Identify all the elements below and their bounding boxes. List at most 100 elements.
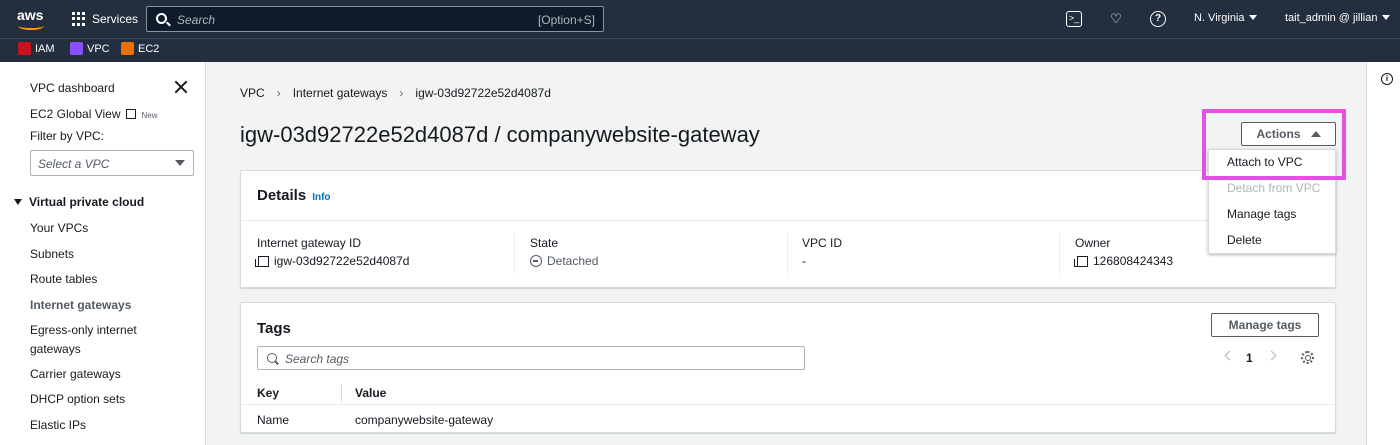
field-label-vpc-id: VPC ID bbox=[802, 236, 843, 250]
favorite-label: EC2 bbox=[138, 42, 160, 55]
caret-up-icon bbox=[1310, 131, 1321, 137]
info-link[interactable]: Info bbox=[312, 192, 330, 203]
services-label: Services bbox=[92, 12, 139, 26]
favorite-vpc[interactable]: VPC bbox=[70, 42, 110, 55]
caret-down-icon bbox=[14, 199, 22, 205]
cloudshell-icon[interactable]: >_ bbox=[1066, 11, 1082, 27]
services-button[interactable]: Services bbox=[72, 10, 138, 28]
breadcrumb-current: igw-03d92722e52d4087d bbox=[415, 86, 551, 100]
sidebar-item-ec2-global-view[interactable]: EC2 Global View New bbox=[30, 107, 158, 121]
copy-icon[interactable] bbox=[255, 255, 269, 267]
vpc-icon bbox=[70, 42, 83, 55]
sidebar-item-elastic-ips[interactable]: Elastic IPs bbox=[30, 418, 86, 432]
menu-item-manage-tags[interactable]: Manage tags bbox=[1227, 207, 1296, 221]
chevron-down-icon bbox=[1248, 15, 1257, 20]
favorite-label: IAM bbox=[35, 42, 55, 55]
tag-search-placeholder: Search tags bbox=[285, 352, 350, 366]
iam-icon bbox=[18, 42, 31, 55]
sidebar-item-dhcp-option-sets[interactable]: DHCP option sets bbox=[30, 392, 125, 406]
breadcrumb: VPC › Internet gateways › igw-03d92722e5… bbox=[240, 86, 551, 100]
column-divider bbox=[1059, 234, 1060, 274]
column-header-key[interactable]: Key bbox=[257, 386, 279, 400]
section-virtual-private-cloud[interactable]: Virtual private cloud bbox=[14, 195, 144, 209]
column-header-value[interactable]: Value bbox=[355, 386, 386, 400]
field-label-igw-id: Internet gateway ID bbox=[257, 236, 362, 250]
state-value: Detached bbox=[547, 254, 599, 268]
info-icon[interactable]: i bbox=[1381, 73, 1393, 85]
chevron-down-icon bbox=[1381, 15, 1390, 20]
actions-menu: Attach to VPC Detach from VPC Manage tag… bbox=[1208, 149, 1336, 254]
search-icon bbox=[156, 13, 167, 24]
menu-item-delete[interactable]: Delete bbox=[1227, 233, 1262, 247]
sidebar-item-route-tables[interactable]: Route tables bbox=[30, 272, 97, 286]
vpc-filter-placeholder: Select a VPC bbox=[38, 157, 110, 171]
page-number[interactable]: 1 bbox=[1246, 351, 1253, 365]
field-value-igw-id: igw-03d92722e52d4087d bbox=[255, 254, 410, 268]
vpc-filter-select[interactable]: Select a VPC bbox=[30, 150, 194, 176]
tag-search-input[interactable]: Search tags bbox=[257, 346, 805, 370]
section-label: Virtual private cloud bbox=[29, 195, 145, 209]
details-panel: Details Info bbox=[240, 170, 1336, 288]
region-label: N. Virginia bbox=[1194, 12, 1245, 24]
search-icon bbox=[267, 353, 277, 363]
details-header: Details Info bbox=[257, 187, 331, 204]
detached-status-icon bbox=[530, 255, 542, 267]
external-link-icon bbox=[125, 109, 136, 119]
help-panel-rail bbox=[1366, 62, 1400, 445]
owner-value: 126808424343 bbox=[1093, 254, 1174, 268]
aws-smile-icon bbox=[18, 22, 44, 30]
aws-logo[interactable]: aws bbox=[17, 7, 47, 31]
gear-icon[interactable] bbox=[1301, 351, 1314, 364]
close-icon[interactable] bbox=[174, 80, 188, 94]
column-divider bbox=[787, 234, 788, 274]
favorite-iam[interactable]: IAM bbox=[18, 42, 55, 55]
breadcrumb-vpc[interactable]: VPC bbox=[240, 86, 265, 100]
field-value-state: Detached bbox=[530, 254, 598, 268]
grid-icon bbox=[72, 12, 86, 26]
help-icon[interactable]: ? bbox=[1150, 11, 1166, 27]
breadcrumb-internet-gateways[interactable]: Internet gateways bbox=[293, 86, 388, 100]
page-title: igw-03d92722e52d4087d / companywebsite-g… bbox=[240, 122, 760, 147]
favorites-bar bbox=[0, 38, 1400, 62]
ec2-icon bbox=[121, 42, 134, 55]
region-selector[interactable]: N. Virginia bbox=[1194, 12, 1257, 24]
sidebar-item-egress-only-gateways[interactable]: Egress-only internet bbox=[30, 323, 137, 337]
menu-item-attach-to-vpc[interactable]: Attach to VPC bbox=[1227, 155, 1302, 169]
chevron-right-icon: › bbox=[399, 86, 404, 100]
column-divider bbox=[514, 234, 515, 274]
table-divider bbox=[241, 404, 1335, 405]
divider bbox=[241, 220, 1335, 221]
account-label: tait_admin @ jillian bbox=[1285, 12, 1378, 24]
details-title: Details bbox=[257, 187, 307, 204]
aws-logo-text: aws bbox=[17, 7, 44, 23]
field-label-owner: Owner bbox=[1075, 236, 1111, 250]
actions-label: Actions bbox=[1256, 127, 1301, 141]
search-placeholder: Search bbox=[177, 13, 216, 27]
new-badge: New bbox=[141, 111, 158, 120]
field-label-state: State bbox=[530, 236, 559, 250]
igw-id-value: igw-03d92722e52d4087d bbox=[274, 254, 410, 268]
sidebar-item-vpc-dashboard[interactable]: VPC dashboard bbox=[30, 81, 115, 95]
field-value-owner: 126808424343 bbox=[1074, 254, 1174, 268]
global-search-input[interactable]: Search [Option+S] bbox=[146, 6, 604, 32]
manage-tags-button[interactable]: Manage tags bbox=[1211, 313, 1319, 337]
sidebar-item-label: EC2 Global View bbox=[30, 107, 121, 121]
menu-item-detach-from-vpc: Detach from VPC bbox=[1227, 181, 1321, 195]
sidebar-item-subnets[interactable]: Subnets bbox=[30, 247, 74, 261]
chevron-right-icon: › bbox=[276, 86, 281, 100]
account-menu[interactable]: tait_admin @ jillian bbox=[1285, 12, 1390, 24]
field-value-vpc-id: - bbox=[802, 254, 806, 268]
actions-button[interactable]: Actions bbox=[1241, 122, 1336, 146]
tags-title: Tags bbox=[257, 320, 291, 337]
sidebar-item-carrier-gateways[interactable]: Carrier gateways bbox=[30, 367, 121, 381]
search-shortcut: [Option+S] bbox=[537, 13, 595, 27]
sidebar-item-egress-only-gateways-cont[interactable]: gateways bbox=[30, 342, 81, 356]
sidebar-item-internet-gateways[interactable]: Internet gateways bbox=[30, 298, 131, 312]
copy-icon[interactable] bbox=[1074, 255, 1088, 267]
notifications-bell-icon[interactable]: ♡ bbox=[1108, 11, 1124, 27]
sidebar-item-your-vpcs[interactable]: Your VPCs bbox=[30, 221, 88, 235]
favorite-ec2[interactable]: EC2 bbox=[121, 42, 159, 55]
table-cell-value: companywebsite-gateway bbox=[355, 413, 494, 427]
filter-label: Filter by VPC: bbox=[30, 129, 105, 143]
favorite-label: VPC bbox=[87, 42, 110, 55]
